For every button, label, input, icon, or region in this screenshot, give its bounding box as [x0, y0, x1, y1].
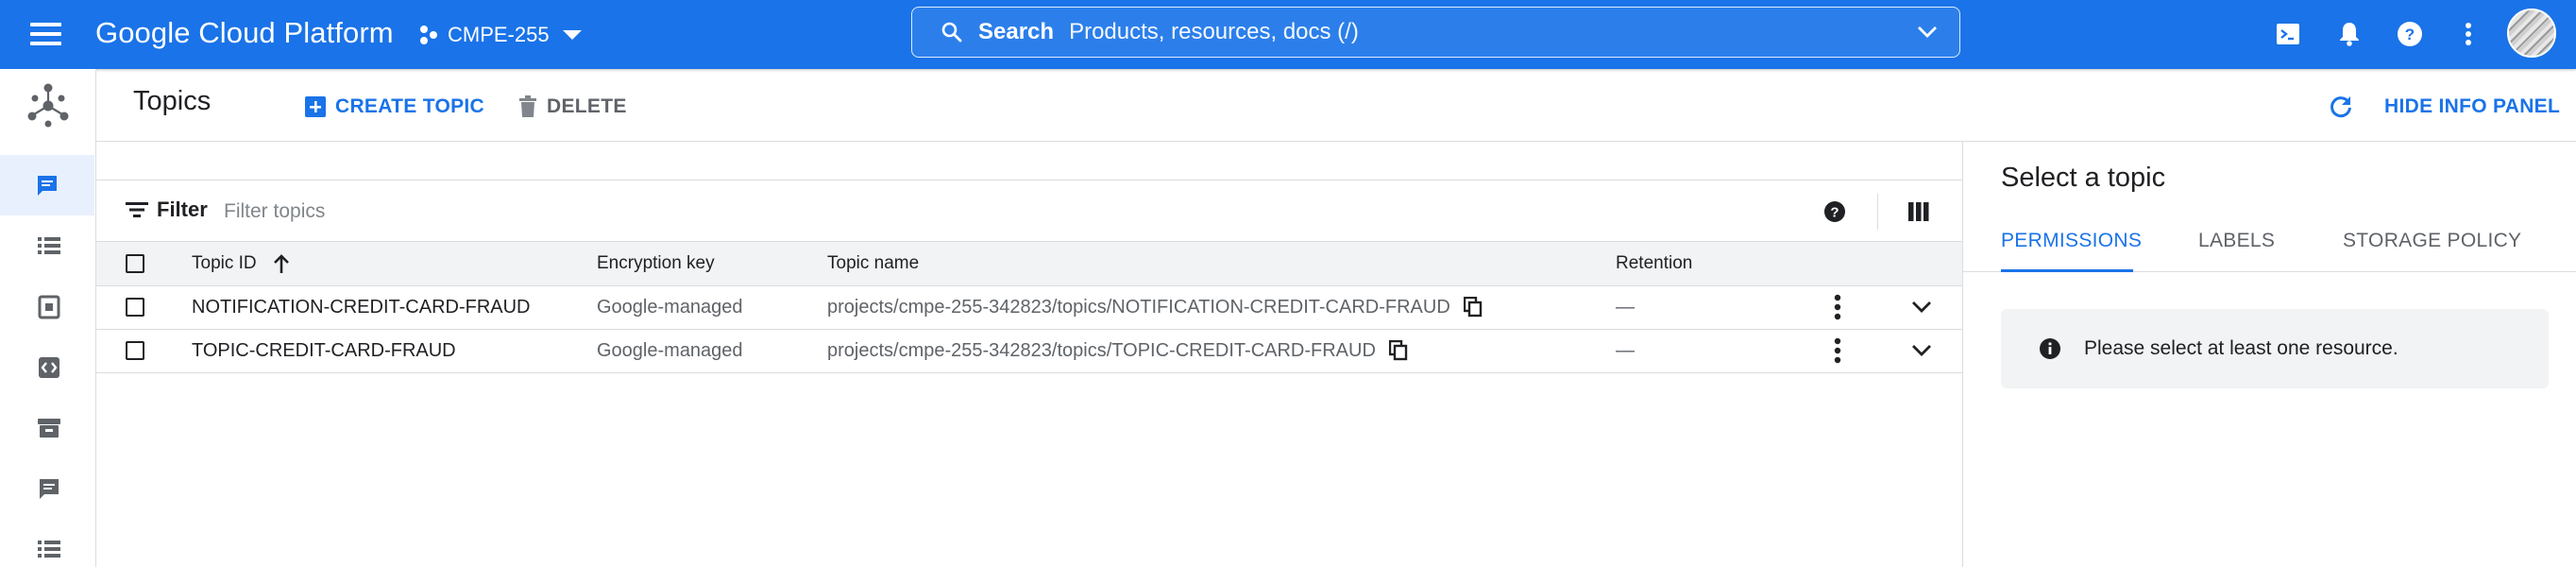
project-selector[interactable]: CMPE-255: [419, 19, 582, 51]
retention-cell: —: [1616, 285, 1795, 330]
column-display-icon[interactable]: [1905, 198, 1933, 226]
help-icon[interactable]: ?: [2395, 19, 2425, 49]
hide-info-panel-button[interactable]: HIDE INFO PANEL: [2384, 92, 2560, 122]
toolbar-divider: [1877, 194, 1878, 230]
nav-lite-subscriptions-icon[interactable]: [34, 534, 64, 564]
sort-arrow-up-icon[interactable]: [273, 253, 290, 274]
filter-list-icon: [126, 201, 157, 218]
nav-schemas-icon[interactable]: [34, 352, 64, 383]
cloud-shell-icon[interactable]: [2273, 19, 2303, 49]
info-notice-text: Please select at least one resource.: [2084, 337, 2398, 359]
active-tab-indicator: [2001, 269, 2133, 272]
copy-icon[interactable]: [1388, 340, 1408, 361]
table-header-row: Topic ID Encryption key Topic name Reten…: [96, 242, 1962, 286]
column-header-retention: Retention: [1616, 242, 1795, 286]
left-rail: [0, 69, 96, 567]
more-vert-icon[interactable]: [1795, 337, 1880, 364]
add-box-icon: [305, 96, 326, 117]
nav-topics-icon[interactable]: [0, 155, 94, 215]
project-name: CMPE-255: [448, 23, 550, 46]
delete-button[interactable]: DELETE: [518, 92, 627, 122]
topic-id-cell: TOPIC-CREDIT-CARD-FRAUD: [192, 329, 597, 373]
column-header-label: Topic ID: [192, 252, 257, 273]
avatar[interactable]: [2507, 9, 2556, 58]
topic-name-cell: projects/cmpe-255-342823/topics/NOTIFICA…: [827, 285, 1616, 330]
retention-cell: —: [1616, 329, 1795, 373]
tab-labels[interactable]: LABELS: [2198, 230, 2275, 252]
nav-lite-topics-icon[interactable]: [34, 473, 64, 504]
topic-name-text: projects/cmpe-255-342823/topics/NOTIFICA…: [827, 296, 1450, 318]
project-icon: [419, 25, 438, 45]
top-bar: Google Cloud Platform CMPE-255 Search Pr…: [0, 0, 2576, 69]
pubsub-logo-icon[interactable]: [25, 82, 72, 129]
toolbar-strip: [96, 142, 1962, 180]
filter-label: Filter: [157, 198, 208, 221]
create-topic-button[interactable]: CREATE TOPIC: [305, 92, 484, 122]
encryption-cell: Google-managed: [597, 329, 827, 373]
svg-text:?: ?: [1830, 205, 1839, 221]
create-topic-label: CREATE TOPIC: [335, 95, 485, 117]
column-header-topic-id[interactable]: Topic ID: [192, 242, 597, 286]
row-checkbox[interactable]: [126, 341, 144, 361]
topic-name-text: projects/cmpe-255-342823/topics/TOPIC-CR…: [827, 339, 1376, 361]
tab-storage-policy[interactable]: STORAGE POLICY: [2343, 230, 2521, 252]
table-row: TOPIC-CREDIT-CARD-FRAUD Google-managed p…: [96, 329, 1962, 373]
refresh-icon: [2329, 94, 2353, 119]
info-panel: Select a topic PERMISSIONS LABELS STORAG…: [1962, 142, 2576, 567]
chevron-down-icon: [562, 30, 582, 40]
expand-row-chevron-icon[interactable]: [1880, 343, 1962, 358]
nav-subscriptions-icon[interactable]: [34, 231, 64, 261]
delete-label: DELETE: [547, 95, 627, 117]
topic-name-cell: projects/cmpe-255-342823/topics/TOPIC-CR…: [827, 329, 1616, 373]
brand-title[interactable]: Google Cloud Platform: [95, 15, 394, 51]
search-label: Search: [978, 19, 1055, 44]
topics-main: Filter ? Topic ID Encryption key: [96, 142, 1962, 567]
table-row: NOTIFICATION-CREDIT-CARD-FRAUD Google-ma…: [96, 285, 1962, 330]
page-title: Topics: [133, 86, 212, 116]
trash-icon: [518, 95, 537, 118]
search-icon: [941, 21, 963, 43]
encryption-cell: Google-managed: [597, 285, 827, 330]
search-bar[interactable]: Search Products, resources, docs (/): [911, 7, 1960, 58]
nav-snapshots-icon[interactable]: [34, 292, 64, 322]
filter-bar: Filter ?: [96, 180, 1962, 242]
topic-id-cell: NOTIFICATION-CREDIT-CARD-FRAUD: [192, 285, 597, 330]
svg-text:?: ?: [2405, 26, 2415, 43]
row-checkbox[interactable]: [126, 298, 144, 318]
info-notice: Please select at least one resource.: [2001, 309, 2549, 388]
help-icon[interactable]: ?: [1821, 198, 1849, 226]
more-vert-icon[interactable]: [1795, 294, 1880, 320]
select-all-checkbox[interactable]: [126, 253, 144, 273]
filter-button[interactable]: Filter: [126, 198, 208, 222]
column-header-topic-name: Topic name: [827, 242, 1616, 286]
notifications-icon[interactable]: [2334, 19, 2364, 49]
main-menu-icon[interactable]: [30, 21, 63, 47]
info-panel-tabs: PERMISSIONS LABELS STORAGE POLICY: [1963, 211, 2576, 272]
info-panel-title: Select a topic: [2001, 163, 2166, 193]
more-vert-icon[interactable]: [2453, 19, 2483, 49]
column-header-encryption-key: Encryption key: [597, 242, 827, 286]
refresh-button[interactable]: [2329, 92, 2353, 122]
chevron-down-icon[interactable]: [1916, 25, 1939, 40]
expand-row-chevron-icon[interactable]: [1880, 300, 1962, 315]
nav-lite-reservations-icon[interactable]: [34, 413, 64, 443]
page-header: Topics CREATE TOPIC DELETE HIDE INFO PAN…: [96, 69, 2576, 142]
filter-input[interactable]: [222, 194, 1642, 230]
tab-permissions[interactable]: PERMISSIONS: [2001, 230, 2142, 252]
topics-table: Topic ID Encryption key Topic name Reten…: [96, 242, 1962, 373]
copy-icon[interactable]: [1463, 297, 1483, 318]
info-icon: [2039, 337, 2061, 360]
search-placeholder: Products, resources, docs (/): [1069, 19, 1359, 44]
